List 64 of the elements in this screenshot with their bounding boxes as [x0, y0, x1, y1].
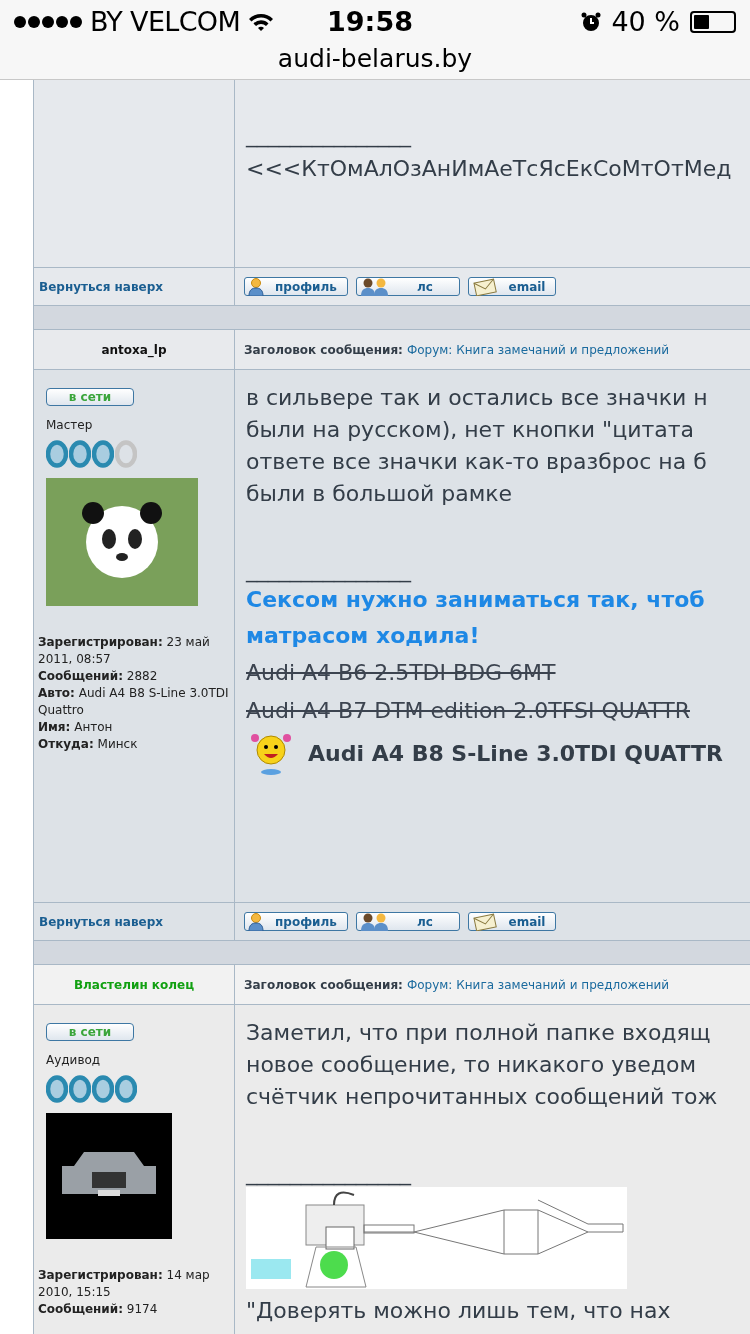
- person-icon: [248, 912, 264, 931]
- subject-link[interactable]: Форум: Книга замечаний и предложений: [406, 975, 670, 994]
- signature-rule: _______________: [246, 558, 413, 582]
- ring-icon: [115, 1075, 137, 1103]
- post-text-line: в сильвере так и остались все значки н: [246, 384, 709, 412]
- profile-field: Имя: Антон: [38, 719, 230, 736]
- post-text-line: ответе все значки как-то вразброс на б: [246, 448, 708, 476]
- ring-icon: [69, 1075, 91, 1103]
- email-button[interactable]: email: [468, 912, 556, 931]
- author-name[interactable]: antoxa_lp: [101, 340, 167, 359]
- wifi-icon: [248, 12, 275, 32]
- ring-icon: [46, 440, 68, 468]
- two-people-icon: [360, 277, 390, 296]
- ring-icon: [69, 440, 91, 468]
- subject-label: Заголовок сообщения:: [244, 341, 403, 359]
- profile-field: Авто: Audi A4 B8 S-Line 3.0TDI Quattro: [38, 685, 230, 719]
- clock-time: 19:58: [326, 4, 414, 39]
- profile-field: Зарегистрирован: 23 май 2011, 08:57: [38, 634, 230, 668]
- profile-button[interactable]: профиль: [244, 277, 348, 296]
- page-url: audi-belarus.by: [276, 44, 474, 74]
- signature-slogan: матрасом ходила!: [246, 622, 481, 650]
- signature-quote: "Доверять можно лишь тем, что нах: [246, 1297, 672, 1325]
- profile-field: Откуда: Минск: [38, 736, 230, 753]
- signature-rule: _______________: [246, 1161, 413, 1185]
- post-text-line: были в большой рамке: [246, 480, 514, 508]
- envelope-icon: [472, 912, 498, 931]
- person-icon: [248, 277, 264, 296]
- pm-button[interactable]: лс: [356, 912, 460, 931]
- profile-field: Сообщений: 2882: [38, 668, 230, 685]
- signal-icon: [14, 15, 82, 29]
- post-text-line: Заметил, что при полной папке входящ: [246, 1019, 712, 1047]
- user-rank: Мастер: [46, 417, 93, 434]
- ring-icon: [92, 440, 114, 468]
- subject-label: Заголовок сообщения:: [244, 976, 403, 994]
- subject-link[interactable]: Форум: Книга замечаний и предложений: [406, 340, 670, 359]
- envelope-icon: [472, 277, 498, 296]
- post-text-line: счётчик непрочитанных сообщений тож: [246, 1083, 718, 1111]
- ring-icon: [115, 440, 137, 468]
- author-name[interactable]: Властелин колец: [73, 975, 195, 994]
- back-to-top-link[interactable]: Вернуться наверх: [39, 912, 163, 931]
- ring-icon: [92, 1075, 114, 1103]
- two-people-icon: [360, 912, 390, 931]
- profile-field: Сообщений: 9174: [38, 1301, 230, 1318]
- signature-car-old: Audi A4 B7 DTM edition 2.0TFSI QUATTR: [246, 697, 691, 725]
- online-status-badge: в сети: [46, 388, 134, 406]
- signature-slogan: Сексом нужно заниматься так, чтоб: [246, 586, 706, 614]
- ring-icon: [46, 1075, 68, 1103]
- signature-rule: _______________: [246, 121, 413, 150]
- user-rank: Аудивод: [46, 1052, 101, 1069]
- online-status-badge: в сети: [46, 1023, 134, 1041]
- signature-car-current: Audi A4 B8 S-Line 3.0TDI QUATTR: [308, 740, 723, 768]
- alarm-icon: [581, 12, 602, 32]
- back-to-top-link[interactable]: Вернуться наверх: [39, 277, 163, 296]
- battery-percent: 40 %: [611, 4, 680, 39]
- post-text-line: новое сообщение, то никакого уведом: [246, 1051, 698, 1079]
- email-button[interactable]: email: [468, 277, 556, 296]
- post-text-line: были на русском), нет кнопки "цитата: [246, 416, 696, 444]
- pm-button[interactable]: лс: [356, 277, 460, 296]
- profile-button[interactable]: профиль: [244, 912, 348, 931]
- signature-text: <<<КтОмАлОзАнИмАеТсЯсЕкСоМтОтМед: [246, 155, 732, 183]
- carrier-name: BY VELCOM: [90, 4, 241, 39]
- signature-car-old: Audi A4 B6 2.5TDI BDG 6MT: [246, 659, 557, 687]
- battery-icon: [690, 11, 736, 33]
- profile-field: Зарегистрирован: 14 мар 2010, 15:15: [38, 1267, 230, 1301]
